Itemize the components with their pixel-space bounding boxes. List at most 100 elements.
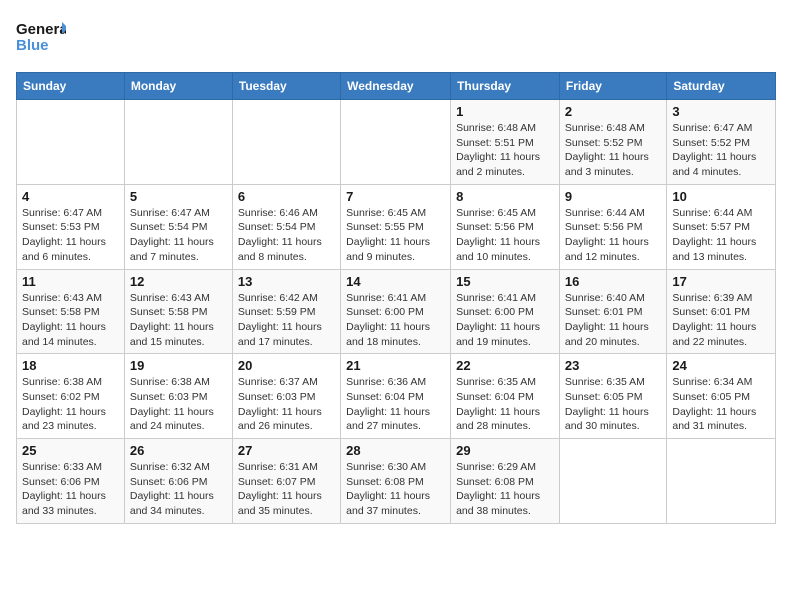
day-number: 3 <box>672 104 770 119</box>
day-number: 10 <box>672 189 770 204</box>
day-info: Sunrise: 6:34 AM Sunset: 6:05 PM Dayligh… <box>672 375 770 434</box>
day-info: Sunrise: 6:40 AM Sunset: 6:01 PM Dayligh… <box>565 291 661 350</box>
day-number: 14 <box>346 274 445 289</box>
day-number: 24 <box>672 358 770 373</box>
calendar-cell <box>559 439 666 524</box>
day-number: 26 <box>130 443 227 458</box>
day-number: 13 <box>238 274 335 289</box>
calendar-cell: 28Sunrise: 6:30 AM Sunset: 6:08 PM Dayli… <box>341 439 451 524</box>
day-number: 21 <box>346 358 445 373</box>
day-info: Sunrise: 6:41 AM Sunset: 6:00 PM Dayligh… <box>346 291 445 350</box>
day-info: Sunrise: 6:32 AM Sunset: 6:06 PM Dayligh… <box>130 460 227 519</box>
day-number: 12 <box>130 274 227 289</box>
calendar-cell: 27Sunrise: 6:31 AM Sunset: 6:07 PM Dayli… <box>232 439 340 524</box>
calendar-table: SundayMondayTuesdayWednesdayThursdayFrid… <box>16 72 776 524</box>
calendar-cell: 25 Sunrise: 6:33 AM Sunset: 6:06 PM Dayli… <box>17 439 125 524</box>
day-number: 11 <box>22 274 119 289</box>
week-row-2: 4Sunrise: 6:47 AM Sunset: 5:53 PM Daylig… <box>17 184 776 269</box>
calendar-cell: 18 Sunrise: 6:38 AM Sunset: 6:02 PM Dayli… <box>17 354 125 439</box>
day-number: 22 <box>456 358 554 373</box>
day-info: Sunrise: 6:38 AM Sunset: 6:03 PM Dayligh… <box>130 375 227 434</box>
weekday-header-row: SundayMondayTuesdayWednesdayThursdayFrid… <box>17 73 776 100</box>
day-number: 23 <box>565 358 661 373</box>
calendar-cell: 20Sunrise: 6:37 AM Sunset: 6:03 PM Dayli… <box>232 354 340 439</box>
week-row-4: 18 Sunrise: 6:38 AM Sunset: 6:02 PM Dayli… <box>17 354 776 439</box>
day-info: Sunrise: 6:35 AM Sunset: 6:04 PM Dayligh… <box>456 375 554 434</box>
calendar-cell: 8 Sunrise: 6:45 AM Sunset: 5:56 PM Daylig… <box>451 184 560 269</box>
day-number: 20 <box>238 358 335 373</box>
day-info: Sunrise: 6:44 AM Sunset: 5:57 PM Dayligh… <box>672 206 770 265</box>
calendar-cell: 23 Sunrise: 6:35 AM Sunset: 6:05 PM Dayli… <box>559 354 666 439</box>
weekday-header-sunday: Sunday <box>17 73 125 100</box>
calendar-cell: 13Sunrise: 6:42 AM Sunset: 5:59 PM Dayli… <box>232 269 340 354</box>
calendar-cell: 15Sunrise: 6:41 AM Sunset: 6:00 PM Dayli… <box>451 269 560 354</box>
day-number: 7 <box>346 189 445 204</box>
day-number: 1 <box>456 104 554 119</box>
day-info: Sunrise: 6:36 AM Sunset: 6:04 PM Dayligh… <box>346 375 445 434</box>
day-info: Sunrise: 6:35 AM Sunset: 6:05 PM Dayligh… <box>565 375 661 434</box>
day-number: 6 <box>238 189 335 204</box>
calendar-cell: 7 Sunrise: 6:45 AM Sunset: 5:55 PM Daylig… <box>341 184 451 269</box>
calendar-cell: 14 Sunrise: 6:41 AM Sunset: 6:00 PM Dayli… <box>341 269 451 354</box>
day-info: Sunrise: 6:29 AM Sunset: 6:08 PM Dayligh… <box>456 460 554 519</box>
day-info: Sunrise: 6:47 AM Sunset: 5:53 PM Dayligh… <box>22 206 119 265</box>
calendar-cell: 12 Sunrise: 6:43 AM Sunset: 5:58 PM Dayli… <box>124 269 232 354</box>
day-info: Sunrise: 6:47 AM Sunset: 5:52 PM Dayligh… <box>672 121 770 180</box>
weekday-header-monday: Monday <box>124 73 232 100</box>
weekday-header-tuesday: Tuesday <box>232 73 340 100</box>
day-info: Sunrise: 6:48 AM Sunset: 5:52 PM Dayligh… <box>565 121 661 180</box>
calendar-cell: 9 Sunrise: 6:44 AM Sunset: 5:56 PM Daylig… <box>559 184 666 269</box>
page-header: General Blue <box>16 16 776 60</box>
calendar-cell: 11 Sunrise: 6:43 AM Sunset: 5:58 PM Dayli… <box>17 269 125 354</box>
weekday-header-saturday: Saturday <box>667 73 776 100</box>
day-number: 8 <box>456 189 554 204</box>
calendar-cell: 26 Sunrise: 6:32 AM Sunset: 6:06 PM Dayli… <box>124 439 232 524</box>
calendar-cell: 10 Sunrise: 6:44 AM Sunset: 5:57 PM Dayli… <box>667 184 776 269</box>
calendar-cell: 16Sunrise: 6:40 AM Sunset: 6:01 PM Dayli… <box>559 269 666 354</box>
weekday-header-wednesday: Wednesday <box>341 73 451 100</box>
weekday-header-friday: Friday <box>559 73 666 100</box>
logo: General Blue <box>16 16 66 60</box>
calendar-cell <box>667 439 776 524</box>
calendar-cell <box>232 100 340 185</box>
calendar-cell: 24 Sunrise: 6:34 AM Sunset: 6:05 PM Dayli… <box>667 354 776 439</box>
day-info: Sunrise: 6:44 AM Sunset: 5:56 PM Dayligh… <box>565 206 661 265</box>
calendar-cell: 2 Sunrise: 6:48 AM Sunset: 5:52 PM Daylig… <box>559 100 666 185</box>
day-info: Sunrise: 6:46 AM Sunset: 5:54 PM Dayligh… <box>238 206 335 265</box>
calendar-cell: 17 Sunrise: 6:39 AM Sunset: 6:01 PM Dayli… <box>667 269 776 354</box>
day-info: Sunrise: 6:48 AM Sunset: 5:51 PM Dayligh… <box>456 121 554 180</box>
day-number: 17 <box>672 274 770 289</box>
calendar-cell: 19 Sunrise: 6:38 AM Sunset: 6:03 PM Dayli… <box>124 354 232 439</box>
svg-text:General: General <box>16 21 66 38</box>
calendar-cell <box>17 100 125 185</box>
calendar-cell: 5 Sunrise: 6:47 AM Sunset: 5:54 PM Daylig… <box>124 184 232 269</box>
weekday-header-thursday: Thursday <box>451 73 560 100</box>
day-info: Sunrise: 6:33 AM Sunset: 6:06 PM Dayligh… <box>22 460 119 519</box>
calendar-cell: 29 Sunrise: 6:29 AM Sunset: 6:08 PM Dayli… <box>451 439 560 524</box>
week-row-1: 1 Sunrise: 6:48 AM Sunset: 5:51 PM Daylig… <box>17 100 776 185</box>
day-info: Sunrise: 6:47 AM Sunset: 5:54 PM Dayligh… <box>130 206 227 265</box>
day-number: 5 <box>130 189 227 204</box>
day-number: 15 <box>456 274 554 289</box>
day-number: 29 <box>456 443 554 458</box>
svg-text:Blue: Blue <box>16 37 49 54</box>
day-number: 18 <box>22 358 119 373</box>
day-number: 2 <box>565 104 661 119</box>
calendar-cell: 1 Sunrise: 6:48 AM Sunset: 5:51 PM Daylig… <box>451 100 560 185</box>
day-number: 9 <box>565 189 661 204</box>
day-info: Sunrise: 6:30 AM Sunset: 6:08 PM Dayligh… <box>346 460 445 519</box>
day-number: 19 <box>130 358 227 373</box>
day-info: Sunrise: 6:39 AM Sunset: 6:01 PM Dayligh… <box>672 291 770 350</box>
day-number: 25 <box>22 443 119 458</box>
day-info: Sunrise: 6:38 AM Sunset: 6:02 PM Dayligh… <box>22 375 119 434</box>
week-row-3: 11 Sunrise: 6:43 AM Sunset: 5:58 PM Dayli… <box>17 269 776 354</box>
day-number: 27 <box>238 443 335 458</box>
day-info: Sunrise: 6:45 AM Sunset: 5:55 PM Dayligh… <box>346 206 445 265</box>
week-row-5: 25 Sunrise: 6:33 AM Sunset: 6:06 PM Dayli… <box>17 439 776 524</box>
day-info: Sunrise: 6:45 AM Sunset: 5:56 PM Dayligh… <box>456 206 554 265</box>
day-info: Sunrise: 6:43 AM Sunset: 5:58 PM Dayligh… <box>130 291 227 350</box>
calendar-cell <box>341 100 451 185</box>
day-info: Sunrise: 6:43 AM Sunset: 5:58 PM Dayligh… <box>22 291 119 350</box>
calendar-cell: 3 Sunrise: 6:47 AM Sunset: 5:52 PM Daylig… <box>667 100 776 185</box>
logo-svg: General Blue <box>16 16 66 60</box>
